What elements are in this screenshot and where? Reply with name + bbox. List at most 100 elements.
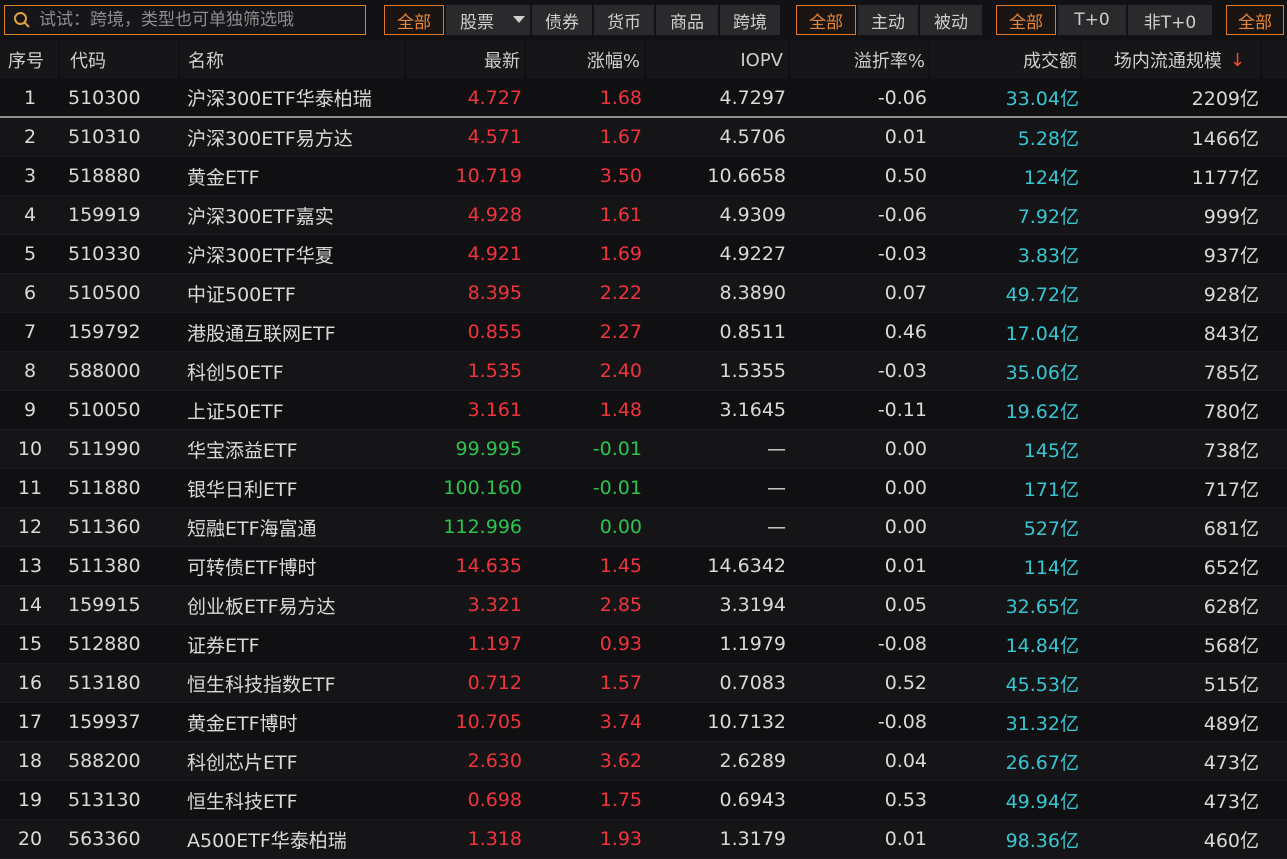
table-row[interactable]: 11 511880 银华日利ETF 100.160 -0.01 — 0.00 171亿 717亿 xyxy=(0,469,1287,508)
type-commodity-button[interactable]: 商品 xyxy=(656,5,718,35)
type-cross-border-button[interactable]: 跨境 xyxy=(720,5,780,35)
type-stock-button[interactable]: 股票 xyxy=(446,5,508,35)
cell-scale: 738亿 xyxy=(1203,439,1259,462)
mgmt-all-button[interactable]: 全部 xyxy=(796,5,856,35)
filter-toolbar: 全部 股票 债券 货币 商品 跨境 全部 主动 被动 全部 T+0 非T+0 全… xyxy=(0,0,1287,41)
cell-name: 恒生科技ETF xyxy=(187,790,298,813)
cell-change: 2.27 xyxy=(599,321,642,343)
cell-iopv: 8.3890 xyxy=(719,282,786,304)
cell-iopv: 1.5355 xyxy=(719,360,786,382)
cell-name: 沪深300ETF华夏 xyxy=(187,244,334,267)
cell-code: 510310 xyxy=(68,126,141,148)
cell-price: 4.571 xyxy=(467,126,522,148)
cell-turnover: 49.94亿 xyxy=(1005,790,1079,813)
cell-change: 1.69 xyxy=(599,243,642,265)
cell-iopv: 3.1645 xyxy=(719,399,786,421)
table-row[interactable]: 18 588200 科创芯片ETF 2.630 3.62 2.6289 0.04 26.67亿… xyxy=(0,742,1287,781)
cell-scale: 460亿 xyxy=(1203,829,1259,852)
col-turnover-header[interactable]: 成交额 xyxy=(930,41,1082,79)
col-iopv-header[interactable]: IOPV xyxy=(646,41,790,79)
t0-button[interactable]: T+0 xyxy=(1058,5,1126,35)
col-code-header[interactable]: 代码 xyxy=(60,41,180,79)
mgmt-passive-button[interactable]: 被动 xyxy=(920,5,982,35)
cell-premium: 0.00 xyxy=(884,477,927,499)
type-all-button[interactable]: 全部 xyxy=(384,5,444,35)
mgmt-active-button[interactable]: 主动 xyxy=(858,5,918,35)
cell-turnover: 3.83亿 xyxy=(1017,244,1079,267)
table-row[interactable]: 4 159919 沪深300ETF嘉实 4.928 1.61 4.9309 -0.06 7.9… xyxy=(0,196,1287,235)
cell-turnover: 32.65亿 xyxy=(1005,595,1079,618)
cell-code: 511380 xyxy=(68,555,141,577)
cell-name: 沪深300ETF华泰柏瑞 xyxy=(187,88,372,110)
cell-premium: 0.00 xyxy=(884,438,927,460)
cell-premium: 0.05 xyxy=(884,594,927,616)
cell-price: 2.630 xyxy=(467,750,522,772)
cell-price: 1.318 xyxy=(467,828,522,850)
search-box[interactable] xyxy=(4,5,366,35)
cell-price: 0.712 xyxy=(467,672,522,694)
cell-iopv: 2.6289 xyxy=(719,750,786,772)
type-money-button[interactable]: 货币 xyxy=(594,5,654,35)
table-row[interactable]: 17 159937 黄金ETF博时 10.705 3.74 10.7132 -0.08 31.… xyxy=(0,703,1287,742)
cell-code: 159937 xyxy=(68,711,141,733)
table-row[interactable]: 2 510310 沪深300ETF易方达 4.571 1.67 4.5706 0.01 5.2… xyxy=(0,118,1287,157)
table-row[interactable]: 3 518880 黄金ETF 10.719 3.50 10.6658 0.50 124亿 117… xyxy=(0,157,1287,196)
cell-iopv: 0.7083 xyxy=(719,672,786,694)
cell-code: 563360 xyxy=(68,828,141,850)
table-row[interactable]: 6 510500 中证500ETF 8.395 2.22 8.3890 0.07 49.72亿… xyxy=(0,274,1287,313)
stock-dropdown[interactable] xyxy=(508,5,530,35)
cell-index: 19 xyxy=(17,789,43,811)
table-row[interactable]: 8 588000 科创50ETF 1.535 2.40 1.5355 -0.03 35.06亿… xyxy=(0,352,1287,391)
col-index-header[interactable]: 序号 xyxy=(0,41,60,79)
cell-iopv: 10.6658 xyxy=(707,165,786,187)
cell-turnover: 171亿 xyxy=(1023,478,1079,501)
cell-premium: -0.08 xyxy=(877,711,927,733)
cell-scale: 999亿 xyxy=(1203,205,1259,228)
cell-price: 8.395 xyxy=(467,282,522,304)
search-input[interactable] xyxy=(37,9,341,31)
table-row[interactable]: 13 511380 可转债ETF博时 14.635 1.45 14.6342 0.01 114… xyxy=(0,547,1287,586)
cell-turnover: 527亿 xyxy=(1023,517,1079,540)
table-row[interactable]: 16 513180 恒生科技指数ETF 0.712 1.57 0.7083 0.52 45.5… xyxy=(0,664,1287,703)
cell-iopv: 0.6943 xyxy=(719,789,786,811)
cell-change: 3.62 xyxy=(599,750,642,772)
col-name-header[interactable]: 名称 xyxy=(180,41,406,79)
type-bond-button[interactable]: 债券 xyxy=(532,5,592,35)
cell-index: 12 xyxy=(17,516,43,538)
table-row[interactable]: 20 563360 A500ETF华泰柏瑞 1.318 1.93 1.3179 0.01 98… xyxy=(0,820,1287,859)
col-scale-header[interactable]: 场内流通规模 ↓ xyxy=(1082,41,1262,79)
table-row[interactable]: 5 510330 沪深300ETF华夏 4.921 1.69 4.9227 -0.03 3.8… xyxy=(0,235,1287,274)
cell-premium: 0.53 xyxy=(884,789,927,811)
cell-name: 华宝添益ETF xyxy=(187,439,298,462)
cell-turnover: 35.06亿 xyxy=(1005,361,1079,384)
cell-price: 1.197 xyxy=(467,633,522,655)
cell-price: 0.698 xyxy=(467,789,522,811)
cell-iopv: 0.8511 xyxy=(719,321,786,343)
cell-premium: -0.06 xyxy=(877,86,927,109)
extra-all-button[interactable]: 全部 xyxy=(1226,5,1284,35)
cell-scale: 652亿 xyxy=(1203,556,1259,579)
cell-change: 1.48 xyxy=(599,399,642,421)
table-row[interactable]: 10 511990 华宝添益ETF 99.995 -0.01 — 0.00 145亿 738亿 xyxy=(0,430,1287,469)
col-premium-header[interactable]: 溢折率% xyxy=(790,41,930,79)
table-row[interactable]: 14 159915 创业板ETF易方达 3.321 2.85 3.3194 0.05 32.6… xyxy=(0,586,1287,625)
table-row[interactable]: 12 511360 短融ETF海富通 112.996 0.00 — 0.00 527亿 681亿 xyxy=(0,508,1287,547)
col-price-header[interactable]: 最新 xyxy=(406,41,526,79)
table-row[interactable]: 19 513130 恒生科技ETF 0.698 1.75 0.6943 0.53 49.94亿… xyxy=(0,781,1287,820)
col-change-header[interactable]: 涨幅% xyxy=(526,41,646,79)
cell-index: 9 xyxy=(23,399,37,421)
table-row[interactable]: 1 510300 沪深300ETF华泰柏瑞 4.727 1.68 4.7297 -0.06 3… xyxy=(0,79,1287,118)
cell-price: 10.705 xyxy=(455,711,522,733)
cell-premium: -0.11 xyxy=(877,399,927,421)
cell-name: 科创芯片ETF xyxy=(187,751,298,774)
table-row[interactable]: 9 510050 上证50ETF 3.161 1.48 3.1645 -0.11 19.62亿… xyxy=(0,391,1287,430)
cell-iopv: — xyxy=(767,516,786,538)
cell-scale: 473亿 xyxy=(1203,751,1259,774)
trade-all-button[interactable]: 全部 xyxy=(996,5,1056,35)
non-t0-button[interactable]: 非T+0 xyxy=(1128,5,1212,35)
col-index-label: 序号 xyxy=(8,51,44,72)
cell-change: 1.57 xyxy=(599,672,642,694)
table-row[interactable]: 7 159792 港股通互联网ETF 0.855 2.27 0.8511 0.46 17.04… xyxy=(0,313,1287,352)
cell-name: 恒生科技指数ETF xyxy=(187,673,336,696)
table-row[interactable]: 15 512880 证券ETF 1.197 0.93 1.1979 -0.08 14.84亿 5… xyxy=(0,625,1287,664)
